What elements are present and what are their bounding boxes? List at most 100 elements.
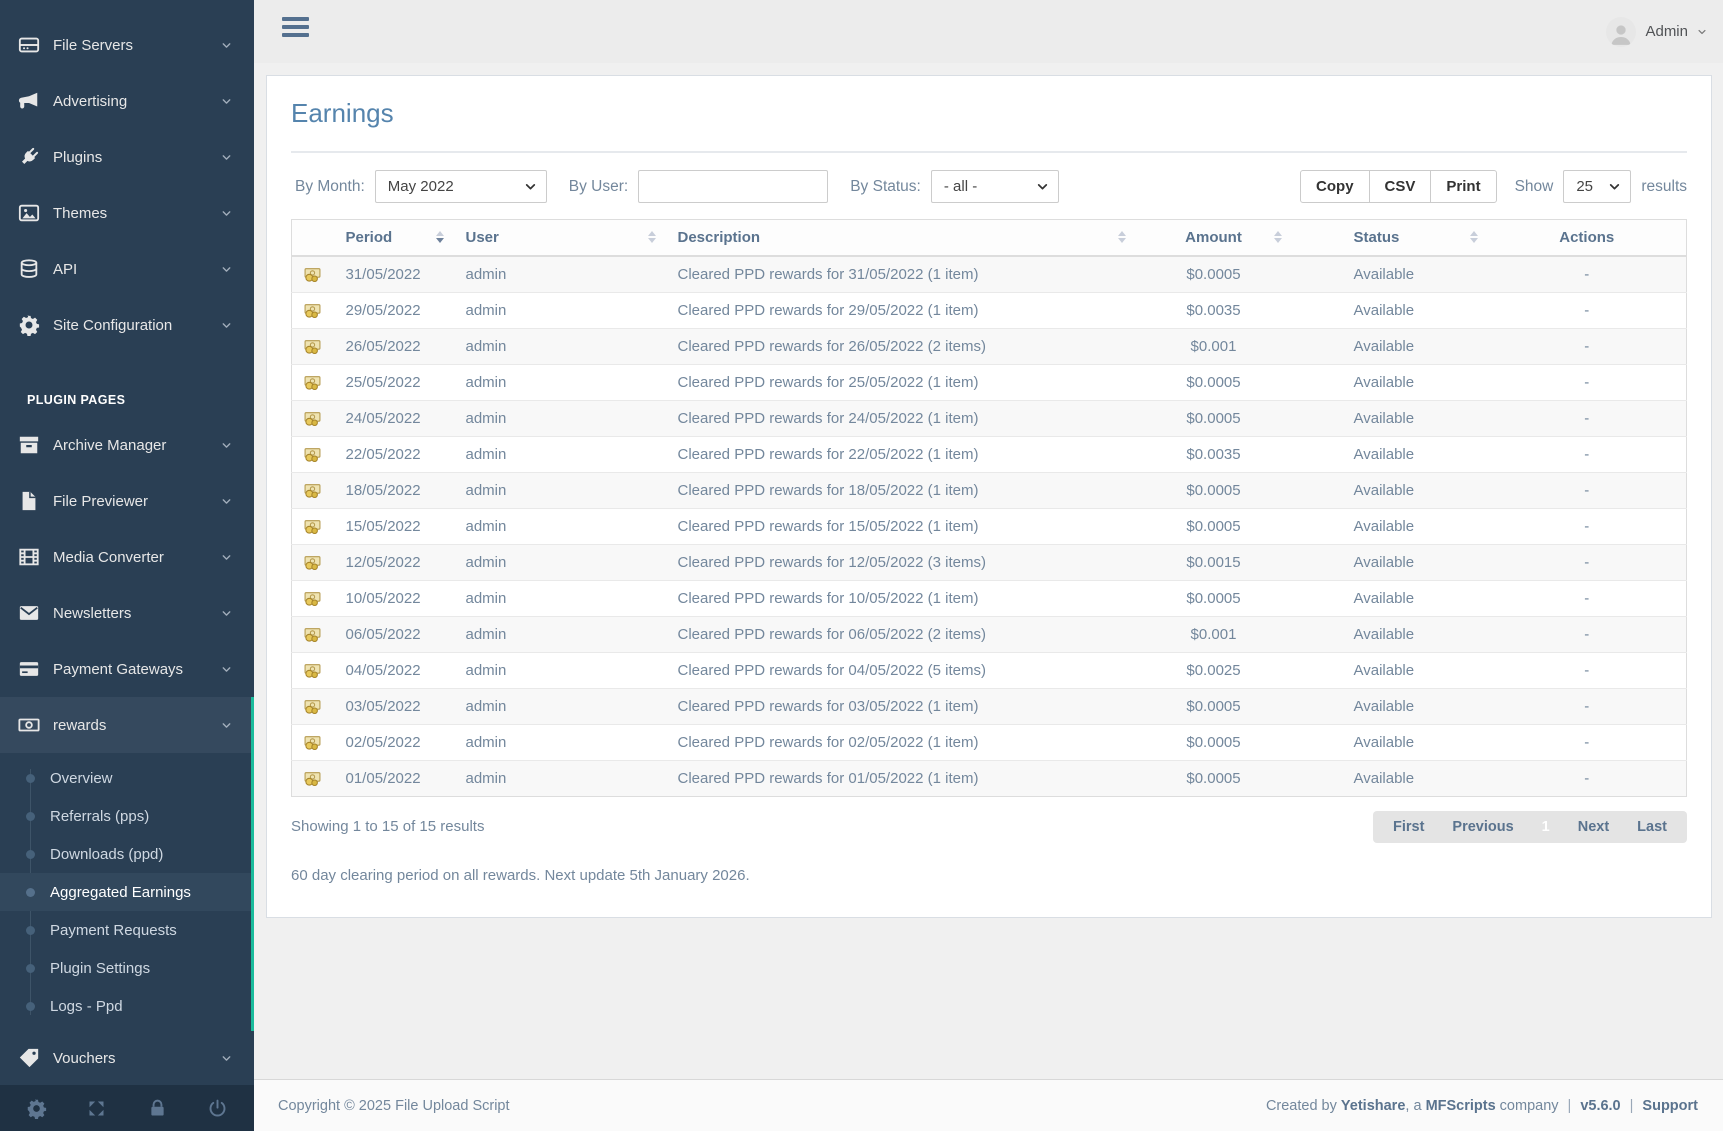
expand-button[interactable] — [82, 1094, 111, 1123]
power-button[interactable] — [203, 1094, 232, 1123]
table-row: 10/05/2022adminCleared PPD rewards for 1… — [292, 580, 1687, 616]
sidebar-item-file-previewer[interactable]: File Previewer — [0, 473, 254, 529]
cell-actions: - — [1488, 544, 1687, 580]
created-by-suffix: company — [1496, 1098, 1559, 1114]
money-icon — [304, 590, 321, 607]
user-filter-input[interactable] — [638, 170, 828, 203]
sidebar-footer-bar — [0, 1085, 254, 1131]
tag-icon — [18, 1047, 40, 1069]
cell-period: 02/05/2022 — [334, 724, 454, 760]
pagination-last[interactable]: Last — [1637, 819, 1667, 835]
plug-icon — [18, 146, 40, 168]
bullet-icon — [26, 774, 35, 783]
cell-amount: $0.0005 — [1136, 580, 1292, 616]
menu-toggle-icon[interactable] — [282, 17, 309, 41]
avatar — [1606, 17, 1636, 47]
sidebar-item-label: Media Converter — [53, 549, 164, 566]
sidebar-item-archive-manager[interactable]: Archive Manager — [0, 417, 254, 473]
sidebar-subitem-downloads-ppd[interactable]: Downloads (ppd) — [0, 835, 254, 873]
money-icon — [304, 446, 321, 463]
sidebar-subitem-referrals-pps[interactable]: Referrals (pps) — [0, 797, 254, 835]
column-header-user[interactable]: User — [454, 219, 666, 256]
bullet-icon — [26, 812, 35, 821]
sidebar-item-api[interactable]: API — [0, 241, 254, 297]
support-link[interactable]: Support — [1642, 1098, 1698, 1114]
cell-actions: - — [1488, 328, 1687, 364]
column-header-status[interactable]: Status — [1292, 219, 1488, 256]
chevron-down-icon — [221, 40, 232, 51]
cell-icon — [292, 364, 334, 400]
sidebar-item-media-converter[interactable]: Media Converter — [0, 529, 254, 585]
money-icon — [304, 266, 321, 283]
cell-description: Cleared PPD rewards for 02/05/2022 (1 it… — [666, 724, 1136, 760]
sidebar-section-heading: PLUGIN PAGES — [0, 393, 254, 407]
gear-button[interactable] — [22, 1094, 51, 1123]
lock-button[interactable] — [143, 1094, 172, 1123]
user-menu[interactable]: Admin — [1606, 0, 1707, 63]
cell-period: 12/05/2022 — [334, 544, 454, 580]
cell-period: 04/05/2022 — [334, 652, 454, 688]
sidebar-item-rewards[interactable]: rewards — [0, 697, 254, 753]
sidebar-item-advertising[interactable]: Advertising — [0, 73, 254, 129]
pagination-first[interactable]: First — [1393, 819, 1424, 835]
cell-period: 24/05/2022 — [334, 400, 454, 436]
yetishare-link[interactable]: Yetishare — [1341, 1098, 1406, 1114]
csv-button[interactable]: CSV — [1369, 170, 1432, 203]
sidebar-subitem-logs-ppd[interactable]: Logs - Ppd — [0, 987, 254, 1025]
sidebar-item-plugins[interactable]: Plugins — [0, 129, 254, 185]
copy-button[interactable]: Copy — [1300, 170, 1370, 203]
sidebar-item-label: API — [53, 261, 77, 278]
sidebar-item-site-configuration[interactable]: Site Configuration — [0, 297, 254, 353]
sidebar-item-label: File Servers — [53, 37, 133, 54]
cell-description: Cleared PPD rewards for 26/05/2022 (2 it… — [666, 328, 1136, 364]
cell-user: admin — [454, 616, 666, 652]
chevron-down-icon — [221, 440, 232, 451]
sidebar-item-file-servers[interactable]: File Servers — [0, 17, 254, 73]
cell-status: Available — [1292, 688, 1488, 724]
cell-amount: $0.0015 — [1136, 544, 1292, 580]
sidebar-item-themes[interactable]: Themes — [0, 185, 254, 241]
page-size-select[interactable]: 25 — [1563, 170, 1631, 203]
sidebar-subitem-payment-requests[interactable]: Payment Requests — [0, 911, 254, 949]
cell-description: Cleared PPD rewards for 04/05/2022 (5 it… — [666, 652, 1136, 688]
sidebar-subitem-label: Overview — [50, 770, 113, 787]
sidebar-subitem-overview[interactable]: Overview — [0, 759, 254, 797]
chevron-down-icon — [221, 552, 232, 563]
sidebar-item-vouchers[interactable]: Vouchers — [0, 1031, 254, 1085]
sidebar-subitem-aggregated-earnings[interactable]: Aggregated Earnings — [0, 873, 254, 911]
cell-amount: $0.0005 — [1136, 724, 1292, 760]
chevron-down-icon — [221, 264, 232, 275]
sidebar-subitem-plugin-settings[interactable]: Plugin Settings — [0, 949, 254, 987]
table-row: 03/05/2022adminCleared PPD rewards for 0… — [292, 688, 1687, 724]
image-icon — [18, 202, 40, 224]
cell-icon — [292, 724, 334, 760]
cell-status: Available — [1292, 328, 1488, 364]
cell-description: Cleared PPD rewards for 29/05/2022 (1 it… — [666, 292, 1136, 328]
sort-icon — [648, 231, 656, 243]
column-header-period[interactable]: Period — [334, 219, 454, 256]
cell-description: Cleared PPD rewards for 22/05/2022 (1 it… — [666, 436, 1136, 472]
column-header-amount[interactable]: Amount — [1136, 219, 1292, 256]
cell-actions: - — [1488, 508, 1687, 544]
column-header-actions: Actions — [1488, 219, 1687, 256]
cell-actions: - — [1488, 652, 1687, 688]
pagination-next[interactable]: Next — [1578, 819, 1609, 835]
cell-amount: $0.0005 — [1136, 508, 1292, 544]
table-row: 12/05/2022adminCleared PPD rewards for 1… — [292, 544, 1687, 580]
version-text: v5.6.0 — [1580, 1098, 1620, 1114]
sidebar-item-payment-gateways[interactable]: Payment Gateways — [0, 641, 254, 697]
table-row: 06/05/2022adminCleared PPD rewards for 0… — [292, 616, 1687, 652]
by-user-label: By User: — [569, 178, 628, 196]
cell-period: 15/05/2022 — [334, 508, 454, 544]
month-select[interactable]: May 2022 — [375, 170, 547, 203]
pagination-current-page[interactable]: 1 — [1542, 819, 1550, 835]
money-icon — [304, 770, 321, 787]
print-button[interactable]: Print — [1430, 170, 1496, 203]
sidebar-item-newsletters[interactable]: Newsletters — [0, 585, 254, 641]
sidebar-item-label: Advertising — [53, 93, 127, 110]
pagination-previous[interactable]: Previous — [1452, 819, 1513, 835]
cell-actions: - — [1488, 364, 1687, 400]
mfscripts-link[interactable]: MFScripts — [1426, 1098, 1496, 1114]
column-header-description[interactable]: Description — [666, 219, 1136, 256]
status-select[interactable]: - all - — [931, 170, 1059, 203]
